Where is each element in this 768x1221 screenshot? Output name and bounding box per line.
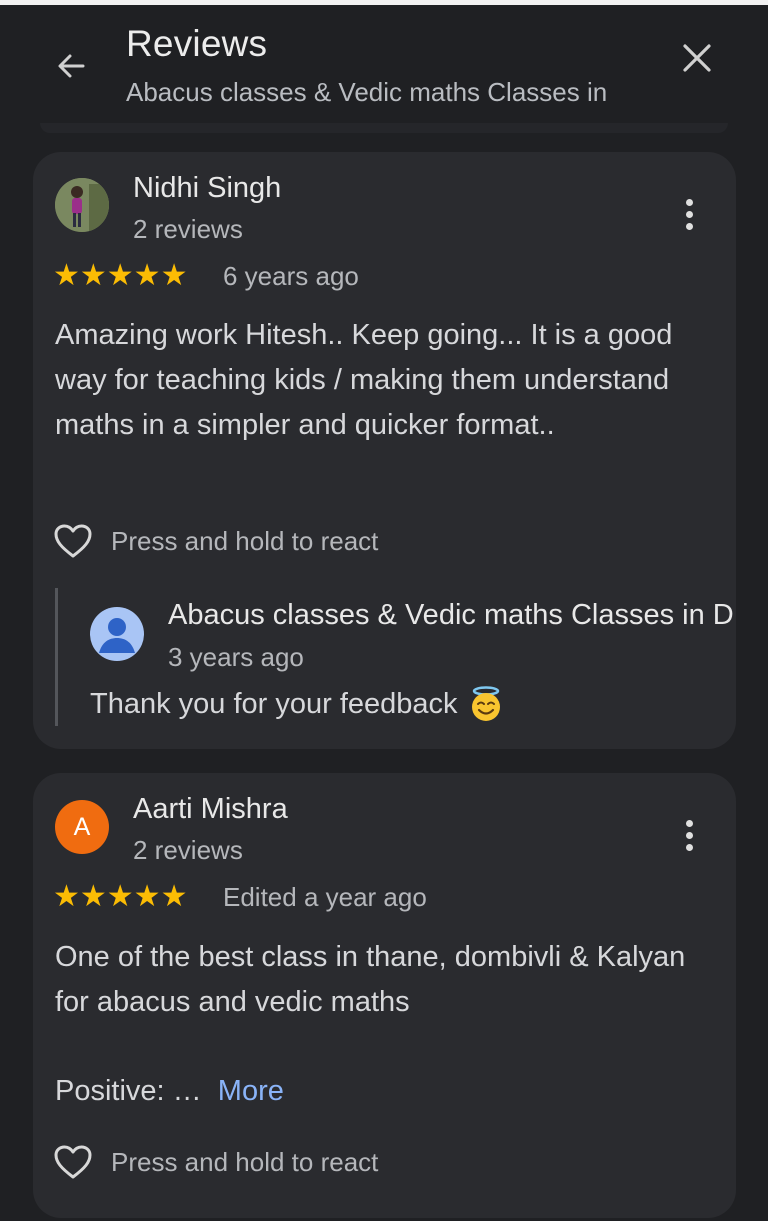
- profile-photo-icon: [55, 178, 109, 232]
- star-rating: ★★★★★: [53, 261, 187, 291]
- arrow-back-icon: [58, 54, 85, 78]
- reviewer-name[interactable]: Nidhi Singh: [133, 172, 281, 205]
- review-card: A Aarti Mishra 2 reviews ★★★★★ Edited a …: [33, 773, 736, 1218]
- heart-outline-icon: [54, 524, 92, 558]
- owner-reply-time: 3 years ago: [168, 642, 304, 672]
- review-time: Edited a year ago: [223, 882, 427, 912]
- reviews-header: Reviews Abacus classes & Vedic maths Cla…: [0, 5, 768, 133]
- close-button[interactable]: [674, 35, 720, 81]
- review-text: One of the best class in thane, dombivli…: [55, 941, 686, 1018]
- person-icon: [99, 618, 135, 653]
- review-time: 6 years ago: [223, 261, 359, 291]
- star-rating-stars: ★★★★★: [53, 258, 188, 293]
- positive-prefix: Positive: …: [55, 1075, 202, 1107]
- more-vert-dot: [685, 843, 693, 851]
- review-count: 2 reviews: [133, 835, 243, 865]
- owner-reply-text: Thank you for your feedback: [90, 686, 504, 722]
- page-title: Reviews: [126, 23, 268, 64]
- close-icon: [683, 44, 711, 72]
- more-options-button[interactable]: [671, 190, 707, 238]
- halo-emoji-icon: [471, 686, 500, 721]
- page-subtitle: Abacus classes & Vedic maths Classes in: [126, 77, 608, 107]
- owner-name: Abacus classes & Vedic maths Classes in …: [168, 599, 734, 631]
- review-text-truncated: Positive: … More: [55, 1069, 695, 1114]
- avatar[interactable]: [55, 178, 109, 232]
- react-label: Press and hold to react: [111, 525, 379, 556]
- reply-divider: [55, 588, 58, 726]
- owner-avatar: [90, 607, 144, 661]
- react-label: Press and hold to react: [111, 1146, 379, 1177]
- more-vert-icon: [685, 198, 693, 206]
- avatar[interactable]: A: [55, 800, 109, 854]
- more-vert-dot: [685, 831, 693, 839]
- star-rating-stars: ★★★★★: [53, 879, 188, 914]
- more-vert-icon: [685, 819, 693, 827]
- more-options-button[interactable]: [671, 811, 707, 859]
- review-card: Nidhi Singh 2 reviews ★★★★★ 6 years ago …: [33, 152, 736, 749]
- more-vert-dot: [685, 222, 693, 230]
- react-button[interactable]: Press and hold to react: [53, 1142, 378, 1182]
- header-divider: [40, 123, 728, 133]
- reviewer-name[interactable]: Aarti Mishra: [133, 793, 288, 826]
- star-rating: ★★★★★: [53, 882, 187, 912]
- review-text: Amazing work Hitesh.. Keep going... It i…: [55, 319, 673, 441]
- more-link[interactable]: More: [218, 1075, 284, 1107]
- back-button[interactable]: [48, 43, 94, 89]
- react-button[interactable]: Press and hold to react: [53, 521, 378, 561]
- owner-reply-message: Thank you for your feedback: [90, 687, 458, 720]
- heart-outline-icon: [54, 1145, 92, 1179]
- more-vert-dot: [685, 210, 693, 218]
- review-count: 2 reviews: [133, 214, 243, 244]
